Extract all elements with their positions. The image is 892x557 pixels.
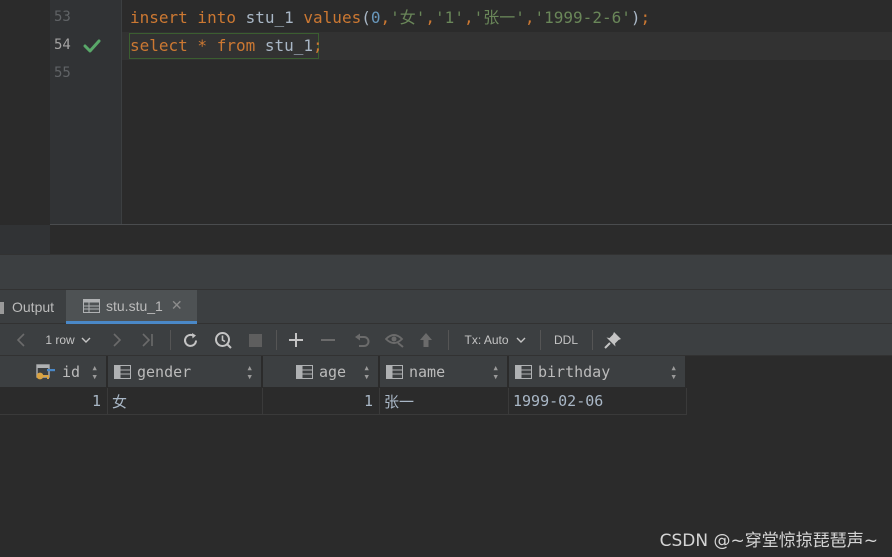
column-icon <box>386 364 403 379</box>
column-name: birthday <box>538 362 611 381</box>
column-icon <box>515 364 532 379</box>
sort-icon[interactable]: ▴ ▾ <box>91 362 98 382</box>
output-icon <box>0 302 4 314</box>
toolbar-separator <box>540 330 541 350</box>
semicolon: ; <box>640 8 651 27</box>
comma: , <box>425 8 436 27</box>
cell-name[interactable]: 张一 <box>380 388 509 415</box>
column-header-gender[interactable]: gender ▴ ▾ <box>108 356 262 387</box>
line-number: 53 <box>54 9 71 25</box>
column-header-id[interactable]: id ▴ ▾ <box>0 356 107 387</box>
nav-next-icon[interactable] <box>106 324 128 356</box>
cell-birthday[interactable]: 1999-02-06 <box>509 388 687 415</box>
column-name: name <box>409 362 446 381</box>
refresh-icon[interactable] <box>178 324 202 356</box>
delete-row-icon[interactable] <box>316 324 340 356</box>
paren: ( <box>361 8 371 27</box>
line-number: 55 <box>54 65 71 81</box>
nav-last-icon[interactable] <box>136 324 160 356</box>
preview-icon[interactable] <box>382 324 408 356</box>
tab-output[interactable]: Output <box>0 290 54 324</box>
sort-icon[interactable]: ▴ ▾ <box>492 362 499 382</box>
column-icon <box>296 364 313 379</box>
column-name: age <box>319 362 347 381</box>
comma: , <box>380 8 391 27</box>
string-literal: '张一' <box>473 8 525 27</box>
nav-prev-icon[interactable] <box>10 324 32 356</box>
column-header-age[interactable]: age ▴ ▾ <box>263 356 379 387</box>
cell-id[interactable]: 1 <box>0 388 108 415</box>
submit-icon[interactable] <box>414 324 438 356</box>
string-literal: '1' <box>435 8 464 27</box>
tab-result-stu-1[interactable]: stu.stu_1 ✕ <box>66 290 197 324</box>
toolbar-separator <box>448 330 449 350</box>
table-icon <box>83 298 100 313</box>
close-icon[interactable]: ✕ <box>171 297 183 314</box>
toolbar-separator <box>170 330 171 350</box>
line-number: 54 <box>54 37 71 53</box>
column-name: id <box>62 362 81 381</box>
panel-splitter[interactable] <box>0 254 892 290</box>
results-tab-bar: Output stu.stu_1 ✕ <box>0 290 892 324</box>
ddl-label: DDL <box>553 333 578 347</box>
identifier: stu_1 <box>255 36 314 55</box>
cell-gender[interactable]: 女 <box>108 388 263 415</box>
sort-icon[interactable]: ▴ ▾ <box>670 362 677 382</box>
comma: , <box>524 8 535 27</box>
tx-mode-dropdown[interactable]: Tx: Auto <box>458 324 532 356</box>
comma: , <box>463 8 474 27</box>
keyword: from <box>216 36 256 55</box>
semicolon: ; <box>313 36 323 55</box>
column-header-name[interactable]: name ▴ ▾ <box>380 356 508 387</box>
tab-label: stu.stu_1 <box>106 297 163 314</box>
toolbar-separator <box>592 330 593 350</box>
string-literal: '1999-2-6' <box>534 8 631 27</box>
chevron-down-icon <box>81 337 91 343</box>
editor-gutter <box>50 0 122 225</box>
row-count-dropdown[interactable]: 1 row <box>38 324 98 356</box>
column-name: gender <box>137 362 192 381</box>
add-row-icon[interactable] <box>284 324 308 356</box>
keyword: select <box>130 36 188 55</box>
string-literal: '女' <box>390 8 426 27</box>
results-toolbar: 1 row Tx: Auto DDL <box>0 324 892 356</box>
sort-icon[interactable]: ▴ ▾ <box>363 362 370 382</box>
pin-icon[interactable] <box>600 324 626 356</box>
code-line-53[interactable]: insert into stu_1 values(0,'女','1','张一',… <box>130 8 650 28</box>
toolbar-separator <box>276 330 277 350</box>
editor-footer <box>50 224 892 254</box>
tx-mode-label: Tx: Auto <box>464 333 509 347</box>
revert-icon[interactable] <box>350 324 374 356</box>
stop-icon[interactable] <box>244 324 266 356</box>
check-icon[interactable] <box>83 38 101 54</box>
ddl-button[interactable]: DDL <box>548 324 584 356</box>
code-line-54[interactable]: select * from stu_1; <box>130 36 323 56</box>
identifier: stu_1 <box>235 8 304 27</box>
chevron-down-icon <box>516 337 526 343</box>
key-column-icon <box>36 363 55 379</box>
keyword: insert into <box>130 8 236 27</box>
operator: * <box>187 36 217 55</box>
row-count-label: 1 row <box>45 333 75 347</box>
keyword: values <box>303 8 362 27</box>
column-icon <box>114 364 131 379</box>
sort-icon[interactable]: ▴ ▾ <box>246 362 253 382</box>
tab-label: Output <box>12 299 55 315</box>
cell-age[interactable]: 1 <box>263 388 380 415</box>
watermark: CSDN @~穿堂惊掠琵琶声~ <box>659 531 878 551</box>
history-icon[interactable] <box>210 324 236 356</box>
column-header-birthday[interactable]: birthday ▴ ▾ <box>509 356 686 387</box>
